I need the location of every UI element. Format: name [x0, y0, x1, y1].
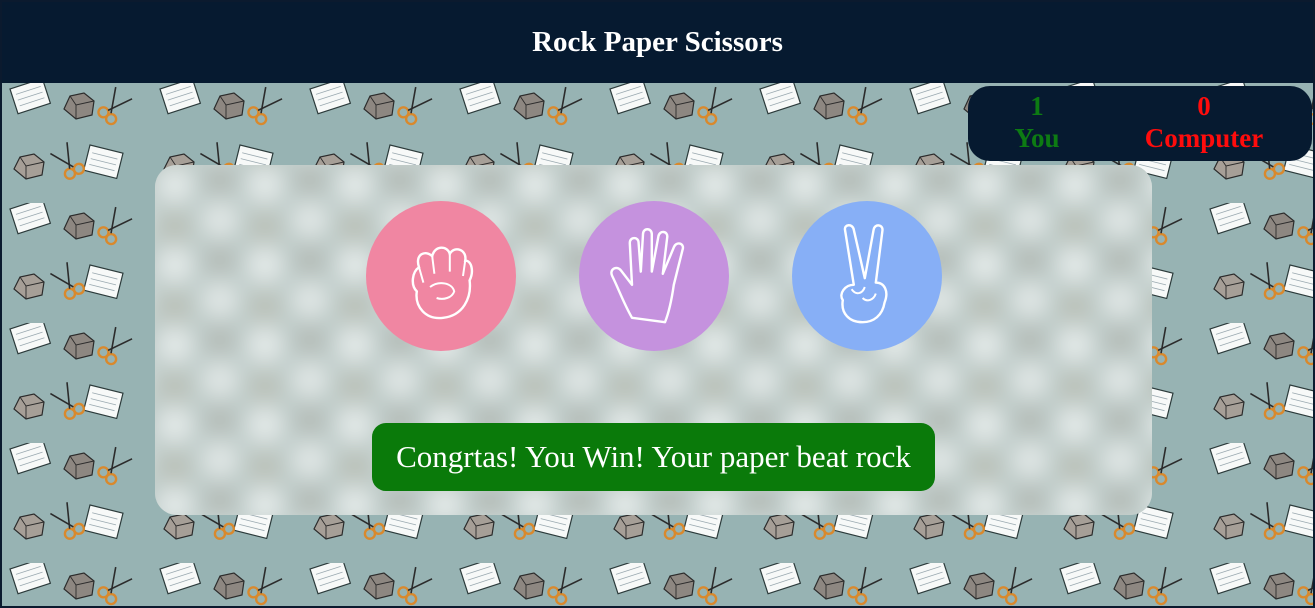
- user-score-label: You: [1014, 123, 1060, 153]
- result-message: Congrtas! You Win! Your paper beat rock: [372, 423, 935, 491]
- open-hand-icon: [610, 228, 685, 324]
- scissors-button[interactable]: [792, 201, 942, 351]
- computer-score: 0 Computer: [1104, 90, 1304, 154]
- peace-hand-icon: [840, 224, 888, 324]
- user-score-value: 1: [1030, 91, 1044, 121]
- user-score: 1 You: [968, 90, 1106, 154]
- scoreboard: 1 You 0 Computer: [968, 86, 1312, 161]
- computer-score-label: Computer: [1144, 123, 1264, 153]
- page-title: Rock Paper Scissors: [532, 26, 783, 58]
- fist-icon: [411, 246, 474, 320]
- paper-button[interactable]: [579, 201, 729, 351]
- header-bar: Rock Paper Scissors: [2, 2, 1313, 83]
- computer-score-value: 0: [1197, 91, 1211, 121]
- app-window: Rock Paper Scissors 1 You 0 Computer Con…: [0, 0, 1315, 608]
- rock-button[interactable]: [366, 201, 516, 351]
